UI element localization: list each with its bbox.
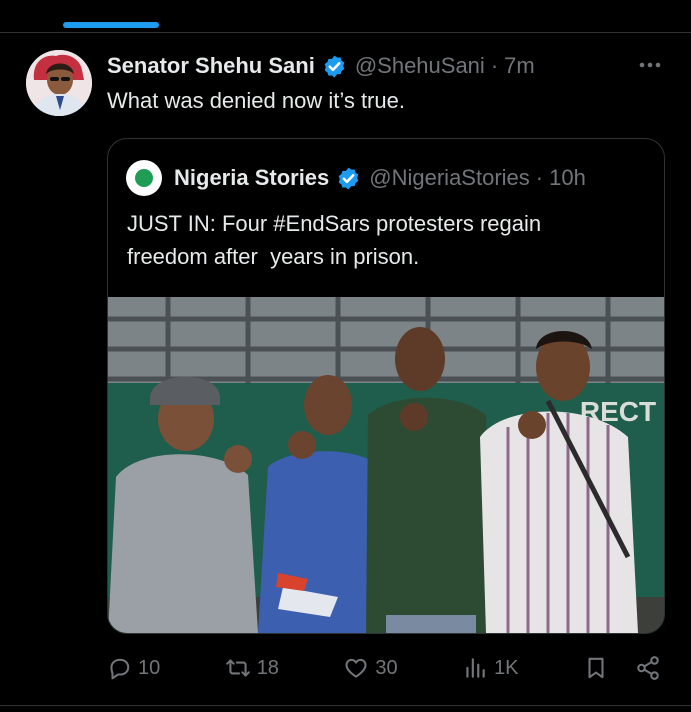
secondary-actions: [583, 655, 661, 681]
like-count: 30: [375, 656, 398, 679]
reply-icon: [110, 658, 130, 680]
meta-separator: ·: [535, 165, 544, 190]
tweet-action-bar: 10 18 30 1K: [106, 650, 661, 686]
like-button[interactable]: 30: [343, 655, 398, 681]
author-avatar[interactable]: [26, 50, 92, 116]
bookmark-button[interactable]: [583, 655, 609, 681]
bottom-divider: [0, 705, 691, 706]
views-icon: [466, 658, 485, 678]
nigeria-stories-logo-icon: [135, 169, 153, 187]
verified-badge-icon[interactable]: [322, 54, 347, 79]
share-button[interactable]: [635, 655, 661, 681]
retweet-button[interactable]: 18: [225, 655, 279, 681]
author-name[interactable]: Senator Shehu Sani: [107, 53, 315, 79]
share-icon: [637, 656, 659, 680]
heart-icon: [345, 658, 367, 678]
quoted-tweet-card[interactable]: Nigeria Stories @NigeriaStories · 10h JU…: [107, 138, 665, 634]
tab-active-indicator: [63, 22, 159, 28]
quoted-tweet-photo[interactable]: RECT: [108, 297, 664, 633]
quoted-tweet-text: JUST IN: Four #EndSars protesters regain…: [127, 211, 542, 269]
views-button[interactable]: 1K: [462, 655, 519, 681]
quoted-tweet-timestamp[interactable]: 10h: [549, 165, 586, 191]
verified-badge-icon[interactable]: [336, 166, 361, 191]
reply-count: 10: [138, 656, 161, 679]
quoted-author-handle[interactable]: @NigeriaStories: [369, 165, 530, 191]
tweet-text: What was denied now it’s true.: [107, 88, 405, 113]
top-divider: [0, 32, 691, 33]
author-handle[interactable]: @ShehuSani: [355, 53, 485, 79]
quoted-author-avatar[interactable]: [126, 160, 162, 196]
protesters-photo: RECT: [108, 297, 664, 633]
tweet-header: Senator Shehu Sani @ShehuSani · 7m: [107, 52, 661, 80]
more-icon[interactable]: [637, 52, 663, 78]
retweet-icon: [225, 659, 250, 677]
tweet-timestamp[interactable]: 7m: [504, 53, 535, 79]
quoted-author-name[interactable]: Nigeria Stories: [174, 165, 329, 191]
author-avatar-image: [26, 50, 92, 116]
view-count: 1K: [494, 656, 519, 679]
quoted-tweet-header: Nigeria Stories @NigeriaStories · 10h: [126, 160, 654, 196]
bookmark-icon: [588, 657, 604, 679]
reply-button[interactable]: 10: [106, 655, 160, 681]
meta-separator: ·: [490, 53, 499, 78]
retweet-count: 18: [256, 656, 279, 679]
